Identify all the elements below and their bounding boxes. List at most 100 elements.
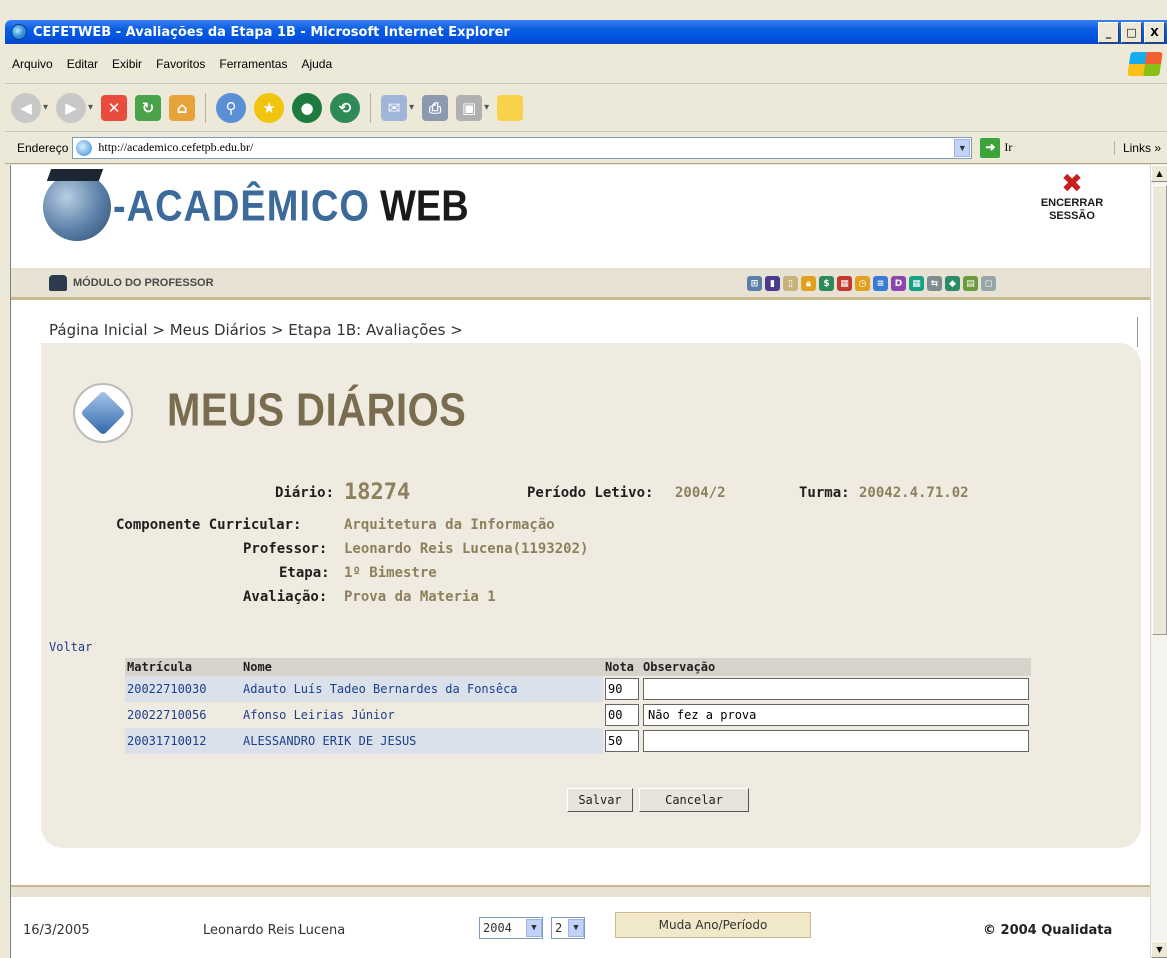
change-period-button[interactable]: Muda Ano/Período (615, 912, 811, 938)
clipboard-icon[interactable]: ▯ (783, 276, 798, 291)
search-icon[interactable]: ⚲ (216, 92, 247, 123)
mail-icon[interactable]: ✉ (381, 94, 408, 121)
edit-dropdown-icon[interactable]: ▾ (484, 102, 489, 113)
header-nome: Nome (241, 658, 603, 676)
year-select[interactable]: 2004 ▼ (479, 917, 543, 939)
report-icon[interactable]: ◆ (945, 276, 960, 291)
close-button[interactable]: X (1144, 21, 1165, 43)
menu-editar[interactable]: Editar (60, 57, 105, 71)
lock-icon[interactable]: 🔒︎ (801, 276, 816, 291)
professor-value: Leonardo Reis Lucena(1193202) (344, 541, 589, 557)
document-icon[interactable]: ◻ (981, 276, 996, 291)
forward-icon[interactable]: ▶ (56, 92, 87, 123)
menu-exibir[interactable]: Exibir (105, 57, 149, 71)
vertical-scrollbar[interactable]: ▲ ▼ (1150, 165, 1167, 958)
footer-divider (11, 885, 1150, 897)
menu-arquivo[interactable]: Arquivo (5, 57, 60, 71)
windows-logo-icon (1127, 51, 1163, 76)
logo-text-web: WEB (379, 182, 469, 231)
go-arrow-icon: ➜ (980, 137, 1001, 158)
print-icon[interactable]: ⎙ (422, 94, 449, 121)
footer-date: 16/3/2005 (23, 923, 90, 938)
favorites-icon[interactable]: ★ (254, 92, 285, 123)
date-icon[interactable]: D (891, 276, 906, 291)
nota-input[interactable] (605, 730, 639, 752)
mail-dropdown-icon[interactable]: ▾ (409, 102, 414, 113)
logo-text-academico: -ACADÊMICO (113, 182, 370, 231)
cell-observacao (641, 728, 1031, 754)
turma-value: 20042.4.71.02 (859, 485, 969, 501)
avaliacao-label: Avaliação: (243, 589, 328, 605)
period-select[interactable]: 2 ▼ (551, 917, 585, 939)
observacao-input[interactable] (643, 704, 1029, 726)
page-viewport: -ACADÊMICO WEB ✖ ENCERRAR SESSÃO MÓDULO … (10, 165, 1150, 958)
toolbar-separator (205, 92, 207, 123)
year-dropdown-icon[interactable]: ▼ (526, 919, 542, 937)
address-input[interactable]: http://academico.cefetpb.edu.br/ ▼ (72, 136, 973, 159)
periodo-label: Período Letivo: (527, 485, 654, 501)
menu-ferramentas[interactable]: Ferramentas (212, 57, 294, 71)
logout-label-1: ENCERRAR (1040, 197, 1104, 209)
header-nota: Nota (603, 658, 641, 676)
copyright: © 2004 Qualidata (983, 923, 1113, 938)
stop-icon[interactable]: ✕ (101, 94, 128, 121)
voltar-link[interactable]: Voltar (49, 640, 92, 654)
menu-ajuda[interactable]: Ajuda (294, 57, 339, 71)
observacao-input[interactable] (643, 678, 1029, 700)
nota-input[interactable] (605, 678, 639, 700)
books-icon[interactable]: ▮ (765, 276, 780, 291)
diary-icon (73, 383, 133, 443)
cell-observacao (641, 702, 1031, 728)
maximize-button[interactable]: □ (1121, 21, 1142, 43)
media-icon[interactable]: ● (292, 92, 323, 123)
logout-label-2: SESSÃO (1049, 210, 1095, 222)
cell-observacao (641, 676, 1031, 702)
cell-nome: Afonso Leirias Júnior (241, 702, 603, 728)
links-button[interactable]: Links » (1113, 140, 1161, 155)
cell-nome: ALESSANDRO ERIK DE JESUS (241, 728, 603, 754)
cell-matricula: 20022710030 (125, 676, 241, 702)
network-icon[interactable]: ⊞ (747, 276, 762, 291)
logout-button[interactable]: ✖ ENCERRAR SESSÃO (1037, 171, 1107, 223)
window-title-bar[interactable]: CEFETWEB - Avaliações da Etapa 1B - Micr… (5, 20, 1167, 44)
forward-dropdown-icon[interactable]: ▾ (88, 102, 93, 113)
refresh-icon[interactable]: ↻ (135, 94, 162, 121)
transfer-icon[interactable]: ⇆ (927, 276, 942, 291)
graduation-globe-icon (43, 173, 111, 241)
history-icon[interactable]: ⟲ (330, 92, 361, 123)
go-label: Ir (1004, 140, 1013, 154)
clock-icon[interactable]: ◷ (855, 276, 870, 291)
internet-explorer-icon (11, 24, 27, 40)
minimize-button[interactable]: _ (1098, 21, 1119, 43)
home-icon[interactable]: ⌂ (169, 94, 196, 121)
go-button[interactable]: ➜ Ir (980, 137, 1013, 158)
scroll-thumb[interactable] (1152, 185, 1167, 635)
money-icon[interactable]: $ (819, 276, 834, 291)
observacao-input[interactable] (643, 730, 1029, 752)
table-row: 20022710056 Afonso Leirias Júnior (125, 702, 1031, 728)
address-dropdown-icon[interactable]: ▼ (954, 138, 971, 157)
componente-label: Componente Curricular: (116, 517, 302, 533)
notes-icon[interactable] (497, 94, 524, 121)
window-title: CEFETWEB - Avaliações da Etapa 1B - Micr… (33, 24, 510, 40)
menu-favoritos[interactable]: Favoritos (149, 57, 212, 71)
scroll-up-icon[interactable]: ▲ (1151, 165, 1167, 182)
address-url[interactable]: http://academico.cefetpb.edu.br/ (98, 140, 954, 155)
nota-input[interactable] (605, 704, 639, 726)
chart-icon[interactable]: ▤ (963, 276, 978, 291)
academico-web-logo[interactable]: -ACADÊMICO WEB (43, 173, 469, 241)
back-icon[interactable]: ◀ (11, 92, 41, 123)
scroll-down-icon[interactable]: ▼ (1151, 941, 1167, 958)
save-button[interactable]: Salvar (567, 788, 633, 812)
grid-icon[interactable]: ▦ (909, 276, 924, 291)
cancel-button[interactable]: Cancelar (639, 788, 749, 812)
cell-nome: Adauto Luís Tadeo Bernardes da Fonsêca (241, 676, 603, 702)
back-dropdown-icon[interactable]: ▾ (43, 102, 48, 113)
cell-matricula: 20031710012 (125, 728, 241, 754)
period-dropdown-icon[interactable]: ▼ (568, 919, 584, 937)
breadcrumb[interactable]: Página Inicial > Meus Diários > Etapa 1B… (49, 321, 463, 339)
calendar-icon[interactable]: ▦ (837, 276, 852, 291)
book-stack-icon[interactable]: ≡ (873, 276, 888, 291)
edit-icon[interactable]: ▣ (456, 94, 483, 121)
browser-toolbar: ◀ ▾ ▶ ▾ ✕ ↻ ⌂ ⚲ ★ ● ⟲ ✉ ▾ ⎙ ▣ ▾ (5, 84, 1167, 132)
